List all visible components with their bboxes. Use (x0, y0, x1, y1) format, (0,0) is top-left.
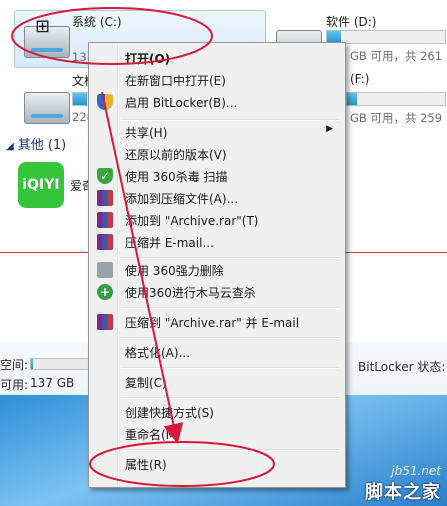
menu-item-add-archive-rar[interactable]: 添加到 "Archive.rar"(T) (91, 209, 343, 231)
menu-item-label: 重命名(M) (125, 428, 181, 442)
menu-separator (121, 397, 339, 399)
menu-item-format[interactable]: 格式化(A)... (91, 341, 343, 363)
menu-item-bitlocker[interactable]: 启用 BitLocker(B)... (91, 91, 343, 113)
menu-item-create-shortcut[interactable]: 创建快捷方式(S) (91, 401, 343, 423)
menu-item-label: 启用 BitLocker(B)... (125, 96, 238, 110)
menu-item-rename[interactable]: 重命名(M) (91, 423, 343, 445)
menu-item-label: 使用 360杀毒 扫描 (125, 170, 228, 184)
menu-item-360-scan[interactable]: ✓ 使用 360杀毒 扫描 (91, 165, 343, 187)
menu-item-360-shred[interactable]: 使用 360强力删除 (91, 259, 343, 281)
360-antivirus-icon: ✓ (97, 168, 113, 184)
360-trojan-scan-icon: + (97, 284, 113, 300)
menu-item-label: 打开(O) (125, 52, 171, 66)
drive-f-usage-fill (347, 93, 357, 105)
drive-d-name[interactable]: 软件 (D:) (326, 13, 376, 30)
drive-c-icon: ⊞ (24, 17, 70, 58)
menu-item-360-trojan-scan[interactable]: + 使用360进行木马云查杀 (91, 281, 343, 303)
windows-logo-icon: ⊞ (35, 16, 51, 37)
menu-item-label: 还原以前的版本(V) (125, 148, 227, 162)
menu-item-label: 在新窗口中打开(E) (125, 74, 226, 88)
menu-item-open-new-window[interactable]: 在新窗口中打开(E) (91, 69, 343, 91)
menu-separator (121, 337, 339, 339)
details-bitlocker-label: BitLocker 状态: (358, 360, 446, 374)
menu-item-open[interactable]: 打开(O) (91, 47, 343, 69)
menu-item-label: 属性(R) (125, 458, 167, 472)
drive-c-name: 系统 (C:) (72, 15, 122, 29)
drive-f-usage-bar (346, 92, 446, 106)
winrar-icon (97, 314, 113, 330)
collapse-triangle-icon[interactable]: ◢ (6, 141, 14, 152)
menu-item-label: 添加到压缩文件(A)... (125, 192, 239, 206)
menu-item-copy[interactable]: 复制(C) (91, 371, 343, 393)
menu-item-label: 压缩到 "Archive.rar" 并 E-mail (125, 316, 300, 330)
winrar-icon (97, 190, 113, 206)
drive-f-name[interactable]: (F:) (350, 72, 369, 86)
other-section-header[interactable]: ◢ 其他 (1) (6, 134, 66, 153)
menu-separator (121, 449, 339, 451)
winrar-icon (97, 234, 113, 250)
drive-e-usage-fill (73, 93, 87, 105)
menu-item-properties[interactable]: 属性(R) (91, 453, 343, 475)
menu-item-label: 创建快捷方式(S) (125, 406, 214, 420)
bitlocker-shield-icon (97, 94, 113, 110)
winrar-icon (97, 212, 113, 228)
details-free-label: 可用: (0, 378, 29, 392)
menu-item-label: 共享(H) (125, 126, 168, 140)
menu-separator (121, 307, 339, 309)
drive-e-icon (24, 92, 70, 124)
shredder-icon (97, 262, 113, 278)
details-space-label: 空间: (0, 358, 29, 372)
details-space-fill (31, 359, 34, 369)
menu-item-label: 使用 360强力删除 (125, 264, 224, 278)
drive-d-info: GB 可用，共 261 (350, 49, 443, 63)
menu-item-label: 压缩并 E-mail... (125, 236, 214, 250)
submenu-arrow-icon: ▶ (326, 124, 333, 134)
menu-item-share[interactable]: 共享(H) ▶ (91, 121, 343, 143)
iqiyi-app-icon[interactable]: iQIYI (18, 162, 64, 208)
menu-item-label: 使用360进行木马云查杀 (125, 286, 256, 300)
other-section-title: 其他 (1) (17, 138, 67, 153)
drive-f-info: GB 可用，共 259 (350, 111, 443, 125)
details-space-bar (30, 358, 90, 370)
watermark-title: 脚本之家 (365, 482, 441, 503)
menu-item-label: 添加到 "Archive.rar"(T) (125, 214, 259, 228)
menu-separator (121, 367, 339, 369)
watermark-url: jb51.net (391, 464, 441, 478)
menu-item-compress-rar-email[interactable]: 压缩到 "Archive.rar" 并 E-mail (91, 311, 343, 333)
menu-item-compress-email[interactable]: 压缩并 E-mail... (91, 231, 343, 253)
menu-item-add-archive[interactable]: 添加到压缩文件(A)... (91, 187, 343, 209)
site-watermark: jb51.net 脚本之家 (365, 464, 441, 504)
menu-item-label: 复制(C) (125, 376, 167, 390)
details-free-value: 137 GB (30, 376, 75, 390)
context-menu: 打开(O) 在新窗口中打开(E) 启用 BitLocker(B)... 共享(H… (88, 42, 346, 488)
menu-item-restore-versions[interactable]: 还原以前的版本(V) (91, 143, 343, 165)
menu-item-label: 格式化(A)... (125, 346, 191, 360)
